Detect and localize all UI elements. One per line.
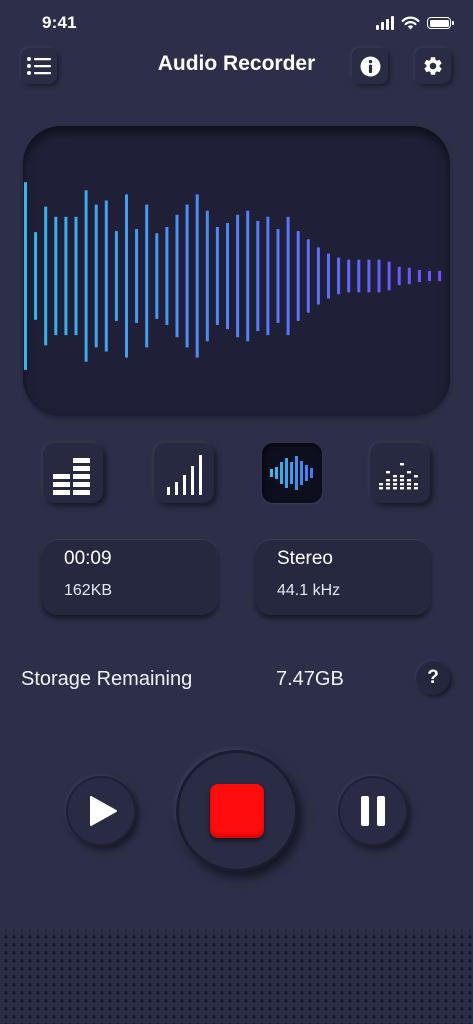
waveform-bar <box>104 200 108 352</box>
file-size: 162KB <box>64 582 113 599</box>
waveform-bar <box>114 231 118 321</box>
waveform-bar <box>316 247 320 305</box>
stop-icon <box>210 784 264 838</box>
page-title: Audio Recorder <box>157 52 316 75</box>
ascending-bars-icon <box>167 455 202 495</box>
waveform-display <box>23 126 450 416</box>
status-icons <box>376 13 454 33</box>
waveform-bar <box>185 204 189 348</box>
waveform-bar <box>438 270 442 282</box>
waveform-bar <box>296 231 300 321</box>
waveform-bar <box>215 227 219 325</box>
status-bar: 9:41 <box>0 0 473 44</box>
info-button[interactable] <box>352 48 388 84</box>
waveform-bar <box>74 216 78 336</box>
help-button[interactable]: ? <box>416 661 450 695</box>
play-icon <box>89 796 117 826</box>
waveform-bar <box>145 204 149 348</box>
waveform-bar <box>64 216 68 336</box>
spectrum-dots-icon <box>379 463 418 490</box>
waveform-bar <box>94 204 98 348</box>
waveform-bar <box>417 269 421 283</box>
waveform-bar <box>286 216 290 336</box>
waveform-bar <box>377 259 381 293</box>
waveform-bar <box>407 267 411 285</box>
mode-ascending-bars-button[interactable] <box>154 443 214 503</box>
waveform-bar <box>135 229 139 323</box>
level-meter-icon <box>53 458 90 495</box>
waveform-bar <box>256 220 260 332</box>
info-icon <box>360 56 380 76</box>
waveform-bar <box>84 190 88 362</box>
waveform-bar <box>387 261 391 291</box>
waveform-bar <box>125 194 128 358</box>
waveform-bar <box>337 257 341 295</box>
recording-duration: 00:09 <box>64 548 112 569</box>
waveform-bar <box>266 216 270 336</box>
sample-rate: 44.1 kHz <box>277 582 341 599</box>
storage-value: 7.47GB <box>276 668 344 690</box>
waveform-chart <box>24 182 442 370</box>
pause-button[interactable] <box>338 776 408 846</box>
mode-level-meter-button[interactable] <box>43 443 103 503</box>
waveform-icon <box>270 456 313 490</box>
status-time: 9:41 <box>42 13 77 32</box>
waveform-bar <box>246 210 250 342</box>
wifi-icon <box>401 16 420 30</box>
waveform-bar <box>175 214 179 338</box>
waveform-bar <box>155 233 159 319</box>
gear-icon <box>424 57 442 75</box>
waveform-bar <box>357 259 361 293</box>
waveform-bar <box>205 210 209 342</box>
waveform-bar <box>165 227 169 325</box>
play-button[interactable] <box>66 776 136 846</box>
cellular-signal-icon <box>376 16 394 30</box>
waveform-bar <box>306 239 310 313</box>
waveform-bar <box>428 270 431 282</box>
waveform-bar <box>226 223 229 330</box>
channel-mode: Stereo <box>277 548 333 569</box>
settings-button[interactable] <box>415 48 451 84</box>
duration-card: 00:09 162KB <box>42 539 218 615</box>
stop-button[interactable] <box>176 750 298 872</box>
speaker-grille <box>0 930 473 1024</box>
waveform-bar <box>44 206 48 346</box>
mode-spectrum-dots-button[interactable] <box>370 443 430 503</box>
mode-waveform-button[interactable] <box>262 443 322 503</box>
waveform-bar <box>195 194 199 358</box>
format-card: Stereo 44.1 kHz <box>255 539 431 615</box>
storage-label: Storage Remaining <box>21 668 193 690</box>
waveform-bar <box>327 253 330 299</box>
waveform-bar <box>367 259 371 293</box>
pause-icon <box>357 796 389 826</box>
waveform-bar <box>236 214 240 338</box>
waveform-bar <box>54 216 58 336</box>
waveform-bar <box>347 259 351 293</box>
waveform-bar <box>397 266 401 286</box>
battery-icon <box>427 17 454 29</box>
waveform-bar <box>24 182 27 370</box>
waveform-bar <box>34 232 38 320</box>
waveform-bar <box>276 229 280 323</box>
